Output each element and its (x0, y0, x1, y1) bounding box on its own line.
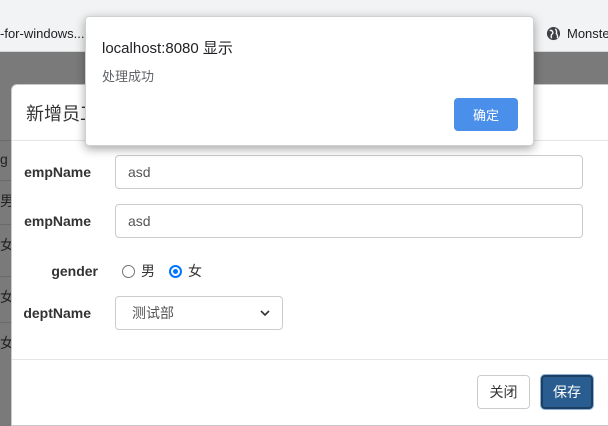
dept-row: deptName 测试部 (12, 296, 283, 330)
gender-female-label[interactable]: 女 (188, 261, 202, 281)
gender-label: gender (51, 263, 98, 279)
gender-female-radio[interactable] (169, 264, 182, 278)
bookmark-label: Monste (567, 26, 608, 41)
emp-name-input[interactable]: asd (115, 155, 583, 189)
chevron-down-icon (260, 310, 270, 316)
dept-select[interactable]: 测试部 (115, 296, 283, 330)
gender-male-radio[interactable] (122, 264, 135, 278)
bookmark-item-monster[interactable]: Monste (546, 26, 608, 41)
emp-name-label: empName (24, 213, 91, 229)
alert-message: 处理成功 (102, 69, 155, 84)
ok-button[interactable]: 确定 (454, 98, 518, 131)
alert-dialog: localhost:8080 显示 处理成功 确定 (85, 16, 534, 146)
emp-name-label: empName (24, 164, 91, 180)
modal-footer: 关闭 保存 (12, 359, 608, 426)
dept-name-label: deptName (23, 305, 91, 321)
alert-title: localhost:8080 显示 (102, 40, 233, 57)
globe-icon (546, 26, 561, 41)
emp-name-row-2: empName asd (12, 204, 583, 238)
emp-name-input[interactable]: asd (115, 204, 583, 238)
emp-name-row-1: empName asd (12, 155, 583, 189)
save-button[interactable]: 保存 (541, 375, 593, 409)
dept-select-value: 测试部 (132, 305, 174, 321)
close-button[interactable]: 关闭 (477, 375, 530, 409)
gender-male-label[interactable]: 男 (141, 261, 155, 281)
gender-row: gender 男 女 (12, 261, 202, 281)
gender-radio-group: 男 女 (122, 261, 202, 281)
bookmark-item[interactable]: -for-windows... (0, 26, 85, 41)
